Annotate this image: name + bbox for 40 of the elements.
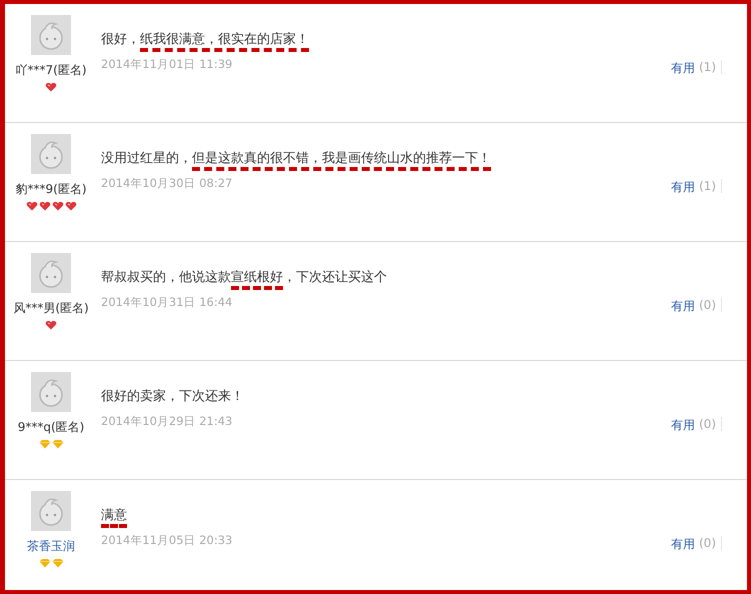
- user-name: 豹***9(匿名): [16, 181, 86, 198]
- heart-icon: [45, 320, 57, 330]
- avatar-icon: [31, 491, 71, 531]
- user-name: 吖***7(匿名): [16, 62, 86, 79]
- heart-icon: [38, 201, 50, 211]
- review-text: 帮叔叔买的，他说这款宣纸根好，下次还让买这个: [101, 268, 387, 288]
- useful-count: (1): [699, 179, 716, 193]
- diamond-icon: [52, 558, 64, 568]
- useful-count: (0): [699, 536, 716, 550]
- avatar-icon: [31, 134, 71, 174]
- heart-icon: [52, 201, 64, 211]
- review-date: 2014年10月31日 16:44: [101, 295, 234, 310]
- heart-icon: [45, 82, 57, 92]
- diamond-icon: [52, 439, 64, 449]
- review-text: 满意: [101, 506, 127, 526]
- avatar-icon: [31, 253, 71, 293]
- avatar-icon: [31, 372, 71, 412]
- diamond-icon: [38, 558, 50, 568]
- useful-count: (1): [699, 60, 716, 74]
- review-date: 2014年10月29日 21:43: [101, 414, 234, 429]
- heart-icon: [64, 201, 76, 211]
- useful-link[interactable]: 有用: [671, 60, 695, 77]
- avatar-icon: [31, 15, 71, 55]
- useful-link[interactable]: 有用: [671, 536, 695, 553]
- user-name[interactable]: 茶香玉润: [27, 538, 75, 555]
- heart-icon: [26, 201, 38, 211]
- useful-link[interactable]: 有用: [671, 417, 695, 434]
- useful-count: (0): [699, 417, 716, 431]
- useful-link[interactable]: 有用: [671, 298, 695, 315]
- user-name: 风***男(匿名): [13, 300, 89, 317]
- diamond-icon: [38, 439, 50, 449]
- useful-link[interactable]: 有用: [671, 179, 695, 196]
- review-text: 没用过红星的，但是这款真的很不错，我是画传统山水的推荐一下！: [101, 149, 491, 169]
- review-date: 2014年10月30日 08:27: [101, 176, 234, 191]
- review-text: 很好，纸我很满意，很实在的店家！: [101, 30, 309, 50]
- user-name: 9***q(匿名): [18, 419, 84, 436]
- review-text: 很好的卖家，下次还来！: [101, 388, 244, 406]
- review-date: 2014年11月01日 11:39: [101, 57, 234, 72]
- review-date: 2014年11月05日 20:33: [101, 533, 234, 548]
- useful-count: (0): [699, 298, 716, 312]
